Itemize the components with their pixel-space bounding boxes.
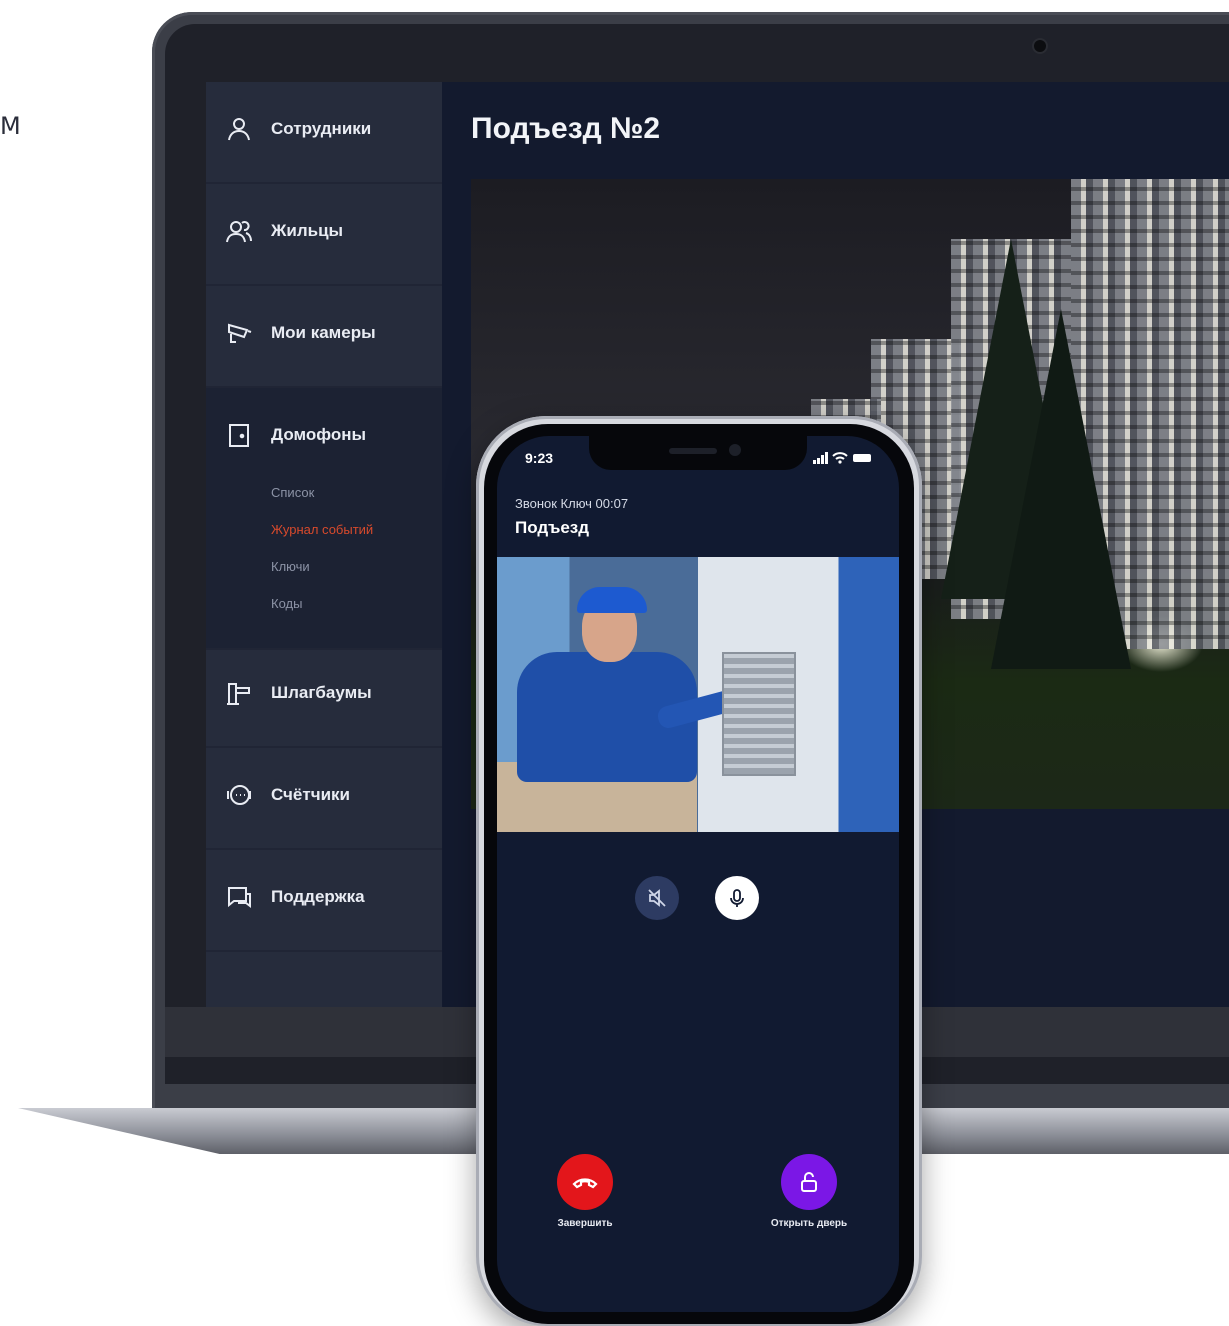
sidebar-item-support[interactable]: Поддержка — [206, 850, 442, 952]
door-icon — [229, 424, 249, 447]
sidebar-item-label: Поддержка — [271, 887, 365, 906]
video-person-cap — [577, 587, 647, 613]
call-video[interactable] — [497, 557, 899, 832]
microphone-icon — [730, 889, 744, 907]
cctv-camera-icon — [228, 323, 252, 343]
sidebar: Сотрудники Жильцы Мои камеры Домофоны Сп… — [206, 82, 442, 1007]
speaker-muted-icon — [648, 889, 666, 907]
sidebar-item-employees[interactable]: Сотрудники — [206, 82, 442, 184]
call-subtitle: Звонок Ключ 00:07 — [515, 496, 629, 511]
sidebar-item-barriers[interactable]: Шлагбаумы — [206, 646, 442, 748]
open-door-button[interactable] — [781, 1154, 837, 1210]
sidebar-item-label: Шлагбаумы — [271, 683, 372, 702]
status-time: 9:23 — [525, 450, 554, 466]
sidebar-item-label: Мои камеры — [271, 323, 376, 342]
wifi-icon — [832, 452, 848, 460]
sidebar-item-intercoms[interactable]: Домофоны Список Журнал событий Ключи Код… — [206, 388, 442, 650]
chat-icon — [228, 887, 251, 908]
call-title: Подъезд — [515, 518, 590, 537]
barrier-icon — [227, 683, 250, 705]
sidebar-item-meters[interactable]: Счётчики — [206, 748, 442, 850]
webcam — [1034, 40, 1046, 52]
video-intercom-panel — [722, 652, 796, 776]
earpiece — [669, 448, 717, 454]
mute-speaker-button[interactable] — [635, 876, 679, 920]
front-camera — [729, 444, 741, 456]
people-icon — [226, 221, 252, 243]
sidebar-item-residents[interactable]: Жильцы — [206, 184, 442, 286]
sidebar-item-label: Домофоны — [271, 425, 367, 444]
battery-icon — [853, 454, 871, 462]
person-icon — [228, 118, 250, 141]
page-title: Подъезд №2 — [471, 112, 661, 145]
end-call-label: Завершить — [557, 1218, 613, 1229]
sidebar-item-label: Сотрудники — [271, 119, 372, 138]
status-icons — [813, 452, 871, 464]
end-call-button[interactable] — [557, 1154, 613, 1210]
edge-text: М — [0, 112, 21, 140]
submenu-list[interactable]: Список — [271, 485, 314, 500]
hang-up-icon — [572, 1178, 598, 1189]
submenu-keys[interactable]: Ключи — [271, 559, 310, 574]
submenu-event-log[interactable]: Журнал событий — [271, 522, 373, 537]
feed-tree — [991, 309, 1131, 669]
unlock-icon — [801, 1172, 817, 1192]
phone-screen: 9:23 Звонок Ключ 00:07 Подъезд Завершить… — [497, 436, 899, 1312]
open-door-label: Открыть дверь — [770, 1218, 848, 1229]
signal-icon — [813, 452, 828, 464]
sidebar-item-cameras[interactable]: Мои камеры — [206, 286, 442, 388]
microphone-button[interactable] — [715, 876, 759, 920]
wifi-dot — [838, 460, 842, 464]
phone-notch — [589, 436, 807, 470]
meter-icon — [227, 785, 251, 805]
sidebar-item-label: Счётчики — [271, 785, 350, 804]
submenu-codes[interactable]: Коды — [271, 596, 302, 611]
sidebar-item-label: Жильцы — [271, 221, 344, 240]
